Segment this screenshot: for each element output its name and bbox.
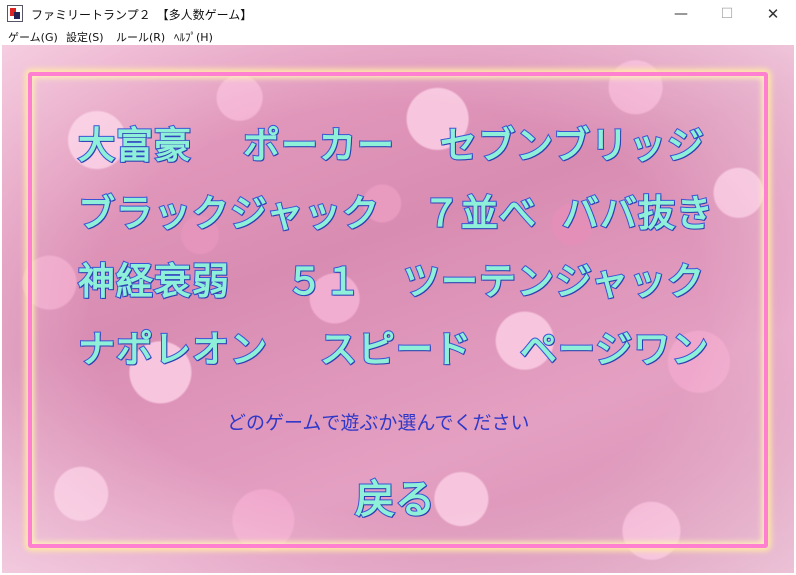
game-speed[interactable]: スピード	[319, 319, 472, 373]
minimize-icon: —	[674, 6, 688, 22]
game-seven-bridge[interactable]: セブンブリッジ	[439, 115, 705, 169]
game-old-maid[interactable]: ババ抜き	[561, 183, 714, 237]
menu-bar: ゲーム(G) 設定(S) ルール(R) ﾍﾙﾌﾟ(H)	[0, 28, 796, 45]
game-row: 神経衰弱 ５１ ツーテンジャック	[77, 251, 728, 319]
game-napoleon[interactable]: ナポレオン	[77, 319, 268, 373]
menu-game[interactable]: ゲーム(G)	[8, 29, 58, 45]
menu-rules[interactable]: ルール(R)	[116, 29, 165, 45]
game-concentration[interactable]: 神経衰弱	[77, 251, 230, 305]
game-two-ten-jack[interactable]: ツーテンジャック	[402, 251, 705, 305]
select-prompt: どのゲームで遊ぶか選んでください	[227, 412, 530, 434]
app-card-icon[interactable]	[7, 5, 23, 22]
menu-settings[interactable]: 設定(S)	[66, 29, 104, 45]
window-title: ファミリートランプ２ 【多人数ゲーム】	[31, 8, 253, 22]
title-bar[interactable]: ファミリートランプ２ 【多人数ゲーム】 — ☐ ✕	[0, 0, 796, 28]
close-button[interactable]: ✕	[750, 0, 796, 28]
game-page-one[interactable]: ページワン	[519, 319, 709, 373]
minimize-button[interactable]: —	[658, 0, 704, 28]
game-select-grid: 大富豪 ポーカー セブンブリッジ ブラックジャック ７並べ ババ抜き 神経衰弱 …	[77, 115, 728, 387]
game-canvas: 大富豪 ポーカー セブンブリッジ ブラックジャック ７並べ ババ抜き 神経衰弱 …	[2, 45, 794, 573]
game-daifugo[interactable]: 大富豪	[77, 115, 192, 169]
app-window: ファミリートランプ２ 【多人数ゲーム】 — ☐ ✕ ゲーム(G) 設定(S) ル…	[0, 0, 796, 575]
game-poker[interactable]: ポーカー	[242, 115, 395, 169]
game-row: ナポレオン スピード ページワン	[77, 319, 728, 387]
menu-help[interactable]: ﾍﾙﾌﾟ(H)	[174, 29, 213, 45]
game-row: ブラックジャック ７並べ ババ抜き	[77, 183, 728, 251]
maximize-button[interactable]: ☐	[704, 0, 750, 28]
game-sevens[interactable]: ７並べ	[422, 183, 537, 237]
game-blackjack[interactable]: ブラックジャック	[77, 183, 380, 237]
game-fifty-one[interactable]: ５１	[285, 251, 362, 305]
maximize-icon: ☐	[720, 6, 734, 22]
back-button[interactable]: 戻る	[354, 467, 436, 525]
game-row: 大富豪 ポーカー セブンブリッジ	[77, 115, 728, 183]
close-icon: ✕	[766, 5, 780, 23]
